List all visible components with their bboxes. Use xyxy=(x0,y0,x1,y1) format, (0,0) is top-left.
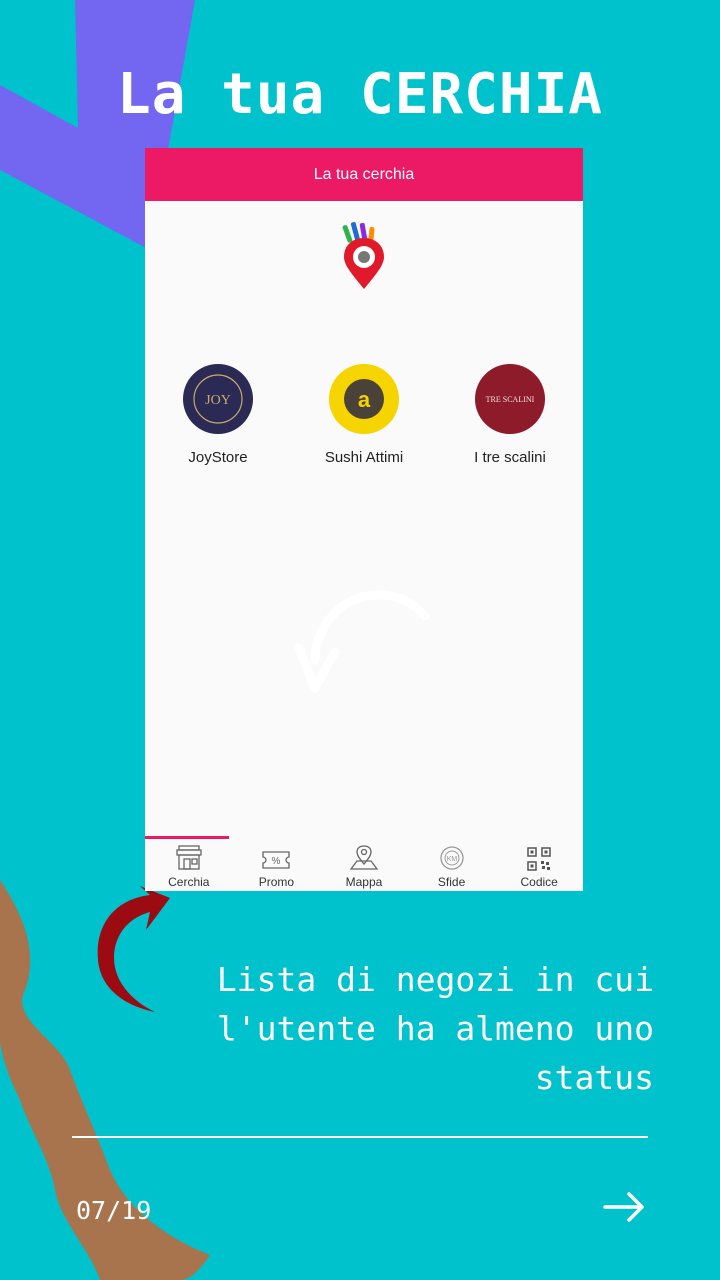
app-header: La tua cerchia xyxy=(145,148,583,201)
tab-label: Sfide xyxy=(437,875,466,889)
tab-label: Cerchia xyxy=(168,875,210,889)
slide-caption: Lista di negozi in cui l'utente ha almen… xyxy=(134,955,654,1102)
map-pin-icon xyxy=(349,845,379,870)
svg-text:KM: KM xyxy=(446,856,457,863)
avatar-text: JOY xyxy=(205,393,231,408)
tab-promo[interactable]: % Promo xyxy=(233,836,321,891)
avatar-text: a xyxy=(358,387,371,412)
tab-sfide[interactable]: KM Sfide xyxy=(408,836,496,891)
store-avatar-i-tre-scalini: TRE SCALINI xyxy=(475,364,545,434)
caption-line: Lista di negozi in cui xyxy=(216,960,654,999)
slide-title: La tua CERCHIA xyxy=(116,62,603,127)
qr-code-icon xyxy=(527,847,551,871)
page-indicator: 07/19 xyxy=(76,1196,152,1225)
store-name: Sushi Attimi xyxy=(324,449,404,466)
tab-label: Mappa xyxy=(345,875,383,889)
app-header-title: La tua cerchia xyxy=(313,165,415,183)
active-tab-indicator xyxy=(145,836,229,839)
tab-cerchia[interactable]: Cerchia xyxy=(145,836,233,891)
coupon-icon: % xyxy=(262,851,291,869)
footer-divider xyxy=(72,1136,648,1138)
store-icon xyxy=(176,845,202,870)
location-pin-logo xyxy=(342,222,384,289)
arrow-right-icon[interactable] xyxy=(602,1190,646,1224)
tab-mappa[interactable]: Mappa xyxy=(320,836,408,891)
store-name: JoyStore xyxy=(188,449,248,466)
tab-codice[interactable]: Codice xyxy=(495,836,583,891)
challenge-icon: KM xyxy=(439,846,464,870)
caption-line: l'utente ha almeno uno xyxy=(216,1009,654,1048)
curved-arrow-hint-icon xyxy=(294,590,430,693)
store-list: JOY JoyStore a Sushi Attimi TRE SCALINI … xyxy=(145,364,583,466)
tab-label: Codice xyxy=(520,875,558,889)
svg-text:%: % xyxy=(272,856,281,867)
store-item-joystore[interactable]: JOY JoyStore xyxy=(145,364,291,466)
phone-screenshot: La tua cerchia JOY JoyStore a Sushi Atti… xyxy=(145,148,583,891)
tab-label: Promo xyxy=(258,875,295,889)
store-item-sushi-attimi[interactable]: a Sushi Attimi xyxy=(291,364,437,466)
store-avatar-joystore: JOY xyxy=(183,364,253,434)
caption-line: status xyxy=(534,1058,654,1097)
store-name: I tre scalini xyxy=(474,449,546,466)
avatar-text: TRE SCALINI xyxy=(486,395,535,404)
store-avatar-sushi-attimi: a xyxy=(329,364,399,434)
bottom-tab-bar: Cerchia % Promo Mappa KM Sfide Codice xyxy=(145,836,583,891)
store-item-i-tre-scalini[interactable]: TRE SCALINI I tre scalini xyxy=(437,364,583,466)
